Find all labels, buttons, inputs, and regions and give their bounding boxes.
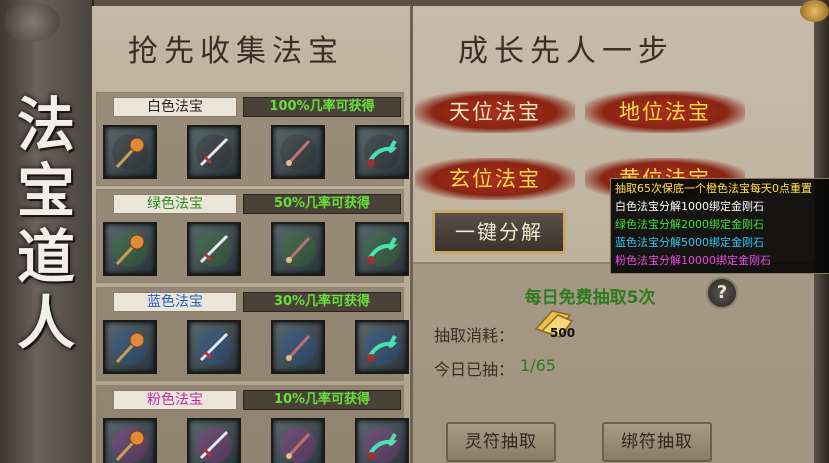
- item-slot[interactable]: [271, 125, 325, 179]
- cost-label: 抽取消耗：: [434, 326, 515, 345]
- item-slot[interactable]: [103, 320, 157, 374]
- flying-sword-icon: [196, 134, 232, 170]
- side-banner: 法 宝 道 人: [0, 0, 94, 463]
- grade-group: 白色法宝 100%几率可获得: [96, 92, 409, 186]
- flying-sword-icon: [196, 329, 232, 365]
- item-slot[interactable]: [271, 222, 325, 276]
- item-slot[interactable]: [355, 418, 409, 463]
- dagger-icon: [280, 329, 316, 365]
- orb-staff-icon: [112, 427, 148, 463]
- jade-whip-icon: [364, 427, 400, 463]
- dagger-icon: [280, 231, 316, 267]
- daily-free-text: 每日免费抽取5次: [524, 288, 656, 308]
- grade-name: 白色法宝: [113, 97, 237, 117]
- item-slot[interactable]: [187, 320, 241, 374]
- grade-name: 蓝色法宝: [113, 292, 237, 312]
- banner-char: 法: [16, 91, 75, 159]
- tier-heaven-button[interactable]: 天位法宝: [415, 91, 575, 133]
- jade-whip-icon: [364, 329, 400, 365]
- bound-talisman-draw-button[interactable]: 绑符抽取: [602, 422, 712, 462]
- item-slot[interactable]: [103, 418, 157, 463]
- tooltip-line: 粉色法宝分解10000绑定金刚石: [615, 254, 771, 267]
- orb-staff-icon: [112, 231, 148, 267]
- grade-group: 绿色法宝 50%几率可获得: [96, 189, 409, 283]
- tooltip-line: 白色法宝分解1000绑定金刚石: [615, 200, 764, 213]
- grade-rate: 30%几率可获得: [243, 292, 401, 312]
- grade-group: 蓝色法宝 30%几率可获得: [96, 287, 409, 381]
- spirit-talisman-draw-button[interactable]: 灵符抽取: [446, 422, 556, 462]
- tier-mystic-button[interactable]: 玄位法宝: [415, 158, 575, 200]
- item-slot[interactable]: [187, 125, 241, 179]
- grade-rate: 100%几率可获得: [243, 97, 401, 117]
- dagger-icon: [280, 427, 316, 463]
- item-slot[interactable]: [187, 418, 241, 463]
- banner-char: 道: [16, 223, 75, 291]
- item-slot[interactable]: [103, 222, 157, 276]
- item-slot[interactable]: [355, 125, 409, 179]
- decompose-tooltip: 抽取65次保底一个橙色法宝每天0点重置 白色法宝分解1000绑定金刚石 绿色法宝…: [610, 178, 829, 274]
- fabao-window: 法 宝 道 人 抢先收集法宝 成长先人一步 白色法宝 100%几率可获得绿色法宝 5…: [0, 0, 829, 463]
- jade-whip-icon: [364, 231, 400, 267]
- banner-title: 法 宝 道 人: [10, 92, 82, 356]
- tooltip-line: 绿色法宝分解2000绑定金刚石: [615, 218, 764, 231]
- today-count: 1/65: [520, 356, 556, 375]
- collection-title: 抢先收集法宝: [128, 34, 344, 69]
- jade-whip-icon: [364, 134, 400, 170]
- tier-earth-button[interactable]: 地位法宝: [585, 91, 745, 133]
- today-label: 今日已抽：: [434, 360, 515, 379]
- item-slot[interactable]: [187, 222, 241, 276]
- orb-staff-icon: [112, 329, 148, 365]
- grade-name: 绿色法宝: [113, 194, 237, 214]
- item-slot[interactable]: [355, 222, 409, 276]
- banner-char: 人: [16, 289, 75, 357]
- item-slot[interactable]: [271, 320, 325, 374]
- corner-ornament-icon: [800, 0, 829, 22]
- cost-amount: 500: [550, 326, 576, 340]
- help-icon[interactable]: ?: [706, 277, 738, 309]
- item-slot[interactable]: [355, 320, 409, 374]
- one-click-decompose-button[interactable]: 一键分解: [432, 210, 566, 254]
- growth-title: 成长先人一步: [458, 34, 674, 69]
- tooltip-line: 抽取65次保底一个橙色法宝每天0点重置: [615, 182, 812, 195]
- banner-char: 宝: [16, 157, 75, 225]
- grade-group: 粉色法宝 10%几率可获得: [96, 385, 409, 463]
- flying-sword-icon: [196, 427, 232, 463]
- grade-rate: 50%几率可获得: [243, 194, 401, 214]
- flying-sword-icon: [196, 231, 232, 267]
- dagger-icon: [280, 134, 316, 170]
- grade-name: 粉色法宝: [113, 390, 237, 410]
- tooltip-line: 蓝色法宝分解5000绑定金刚石: [615, 236, 764, 249]
- item-slot[interactable]: [103, 125, 157, 179]
- grade-rate: 10%几率可获得: [243, 390, 401, 410]
- orb-staff-icon: [112, 134, 148, 170]
- dragon-ornament-icon: [4, 2, 60, 42]
- item-slot[interactable]: [271, 418, 325, 463]
